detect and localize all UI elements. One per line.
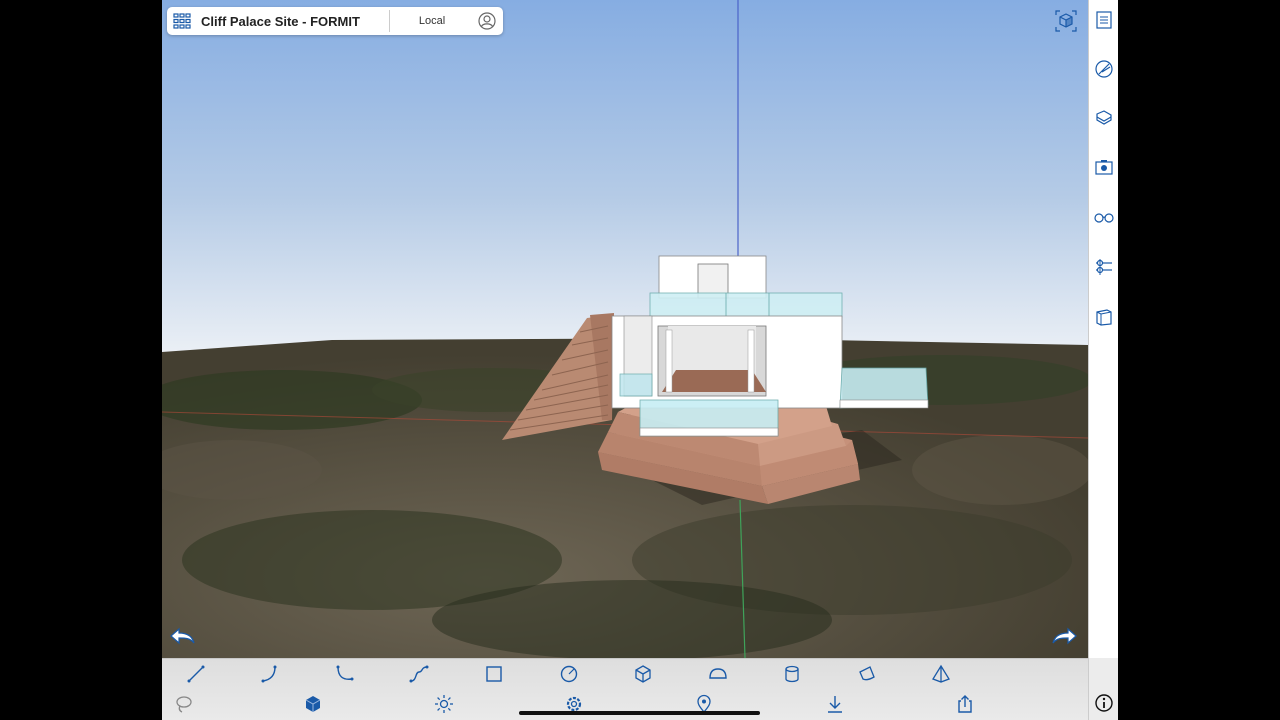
properties-panel-button[interactable] <box>1094 10 1114 30</box>
undo-arrow-icon <box>170 627 195 645</box>
user-account-button[interactable] <box>474 12 500 30</box>
info-icon <box>1095 694 1113 712</box>
home-indicator[interactable] <box>519 711 760 715</box>
right-sidebar <box>1088 0 1118 658</box>
select-lasso-button[interactable] <box>172 693 196 715</box>
dome-tool-button[interactable] <box>706 663 730 685</box>
scenes-button[interactable] <box>1094 157 1114 177</box>
info-button[interactable] <box>1092 692 1116 714</box>
grid-menu-button[interactable] <box>167 7 197 35</box>
sun-shadows-button[interactable] <box>432 693 456 715</box>
grid-menu-icon <box>173 13 191 29</box>
levels-icon <box>1096 259 1112 275</box>
materials-button[interactable] <box>1094 59 1114 79</box>
view-cube-button[interactable] <box>1054 9 1078 33</box>
spline-tool-button[interactable] <box>407 663 431 685</box>
user-account-icon <box>478 12 496 30</box>
share-export-icon <box>958 695 972 713</box>
cylinder-tool-button[interactable] <box>780 663 804 685</box>
import-button[interactable] <box>823 693 847 715</box>
line-tool-icon <box>187 665 205 683</box>
circle-tool-icon <box>560 665 578 683</box>
sun-shadows-icon <box>435 695 453 713</box>
materials-icon <box>1095 60 1113 78</box>
curve-tool-icon <box>336 665 354 681</box>
import-download-icon <box>828 696 842 713</box>
curve-tool-button[interactable] <box>333 663 357 685</box>
scenes-camera-icon <box>1095 160 1113 175</box>
file-title[interactable]: Cliff Palace Site - FORMIT <box>197 14 389 29</box>
circle-tool-button[interactable] <box>557 663 581 685</box>
rectangle-tool-button[interactable] <box>482 663 506 685</box>
rectangle-tool-icon <box>486 666 502 682</box>
visual-style-button[interactable] <box>1094 206 1114 226</box>
redo-button[interactable] <box>1050 625 1080 649</box>
undo-button[interactable] <box>167 625 197 649</box>
properties-panel-icon <box>1096 11 1112 29</box>
dome-tool-icon <box>709 668 727 679</box>
line-tool-button[interactable] <box>184 663 208 685</box>
formit-app: Cliff Palace Site - FORMIT Local <box>162 0 1118 720</box>
3d-viewport[interactable] <box>162 0 1088 658</box>
visual-style-glasses-icon <box>1094 213 1114 223</box>
storage-location-label[interactable]: Local <box>390 15 474 27</box>
arc-tool-button[interactable] <box>258 663 282 685</box>
library-content-button[interactable] <box>1094 307 1114 327</box>
arc-tool-icon <box>261 665 277 683</box>
cone-tool-icon <box>859 666 875 681</box>
share-export-button[interactable] <box>953 693 977 715</box>
3d-model-button[interactable] <box>301 693 325 715</box>
sky <box>162 0 1088 360</box>
levels-button[interactable] <box>1094 257 1114 277</box>
layers-button[interactable] <box>1094 108 1114 128</box>
cylinder-tool-icon <box>785 665 799 683</box>
select-lasso-icon <box>176 696 192 713</box>
pyramid-tool-button[interactable] <box>929 663 953 685</box>
spline-tool-icon <box>409 665 429 683</box>
scene-canvas[interactable] <box>162 0 1088 658</box>
3d-model-icon <box>305 696 321 712</box>
library-content-icon <box>1096 309 1112 326</box>
box-tool-button[interactable] <box>631 663 655 685</box>
redo-arrow-icon <box>1052 627 1077 645</box>
view-cube-icon <box>1055 10 1077 32</box>
file-header-bar: Cliff Palace Site - FORMIT Local <box>167 7 503 35</box>
layers-icon <box>1096 110 1112 125</box>
box-tool-icon <box>635 665 651 683</box>
cone-tool-button[interactable] <box>855 663 879 685</box>
toolbar-corner <box>1088 658 1118 720</box>
pyramid-tool-icon <box>932 664 950 683</box>
